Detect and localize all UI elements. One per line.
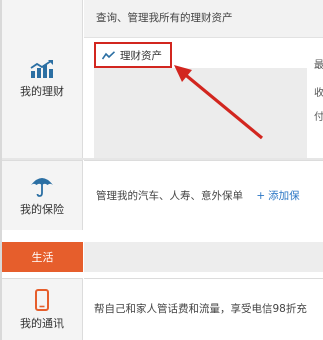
life-header-bar bbox=[84, 242, 323, 272]
insurance-row: 管理我的汽车、人寿、意外保单 + 添加保 bbox=[84, 160, 323, 230]
nav-label-communication: 我的通讯 bbox=[20, 316, 64, 330]
finance-description: 查询、管理我所有的理财资产 bbox=[84, 0, 323, 38]
section-gap bbox=[2, 230, 323, 242]
side-snippet-3: 付 bbox=[314, 112, 323, 123]
add-insurance-label: 添加保 bbox=[268, 190, 300, 202]
annotation-arrow bbox=[174, 65, 264, 140]
asset-tab-label: 理财资产 bbox=[120, 49, 162, 62]
mobile-phone-icon bbox=[35, 288, 49, 311]
nav-item-finance[interactable]: 我的理财 bbox=[2, 0, 83, 158]
insurance-description: 管理我的汽车、人寿、意外保单 bbox=[96, 190, 243, 202]
add-insurance-link[interactable]: + 添加保 bbox=[256, 190, 299, 202]
section-header-life: 生活 bbox=[2, 242, 83, 272]
section-label-life: 生活 bbox=[31, 251, 54, 264]
nav-label-insurance: 我的保险 bbox=[20, 202, 64, 216]
nav-label-finance: 我的理财 bbox=[20, 85, 64, 98]
nav-item-communication[interactable]: 我的通讯 bbox=[2, 278, 83, 340]
finance-chart-icon bbox=[29, 59, 55, 79]
communication-description: 帮自己和家人管话费和流量，享受电信98折充 bbox=[84, 278, 323, 340]
plus-icon: + bbox=[256, 190, 266, 202]
side-snippet-2: 收 bbox=[314, 88, 323, 99]
asset-tab-button[interactable]: 理财资产 bbox=[94, 42, 172, 68]
nav-item-insurance[interactable]: 我的保险 bbox=[2, 160, 83, 230]
umbrella-icon bbox=[30, 175, 54, 197]
trend-line-icon bbox=[102, 50, 115, 60]
side-snippet-1: 最 bbox=[314, 60, 323, 71]
